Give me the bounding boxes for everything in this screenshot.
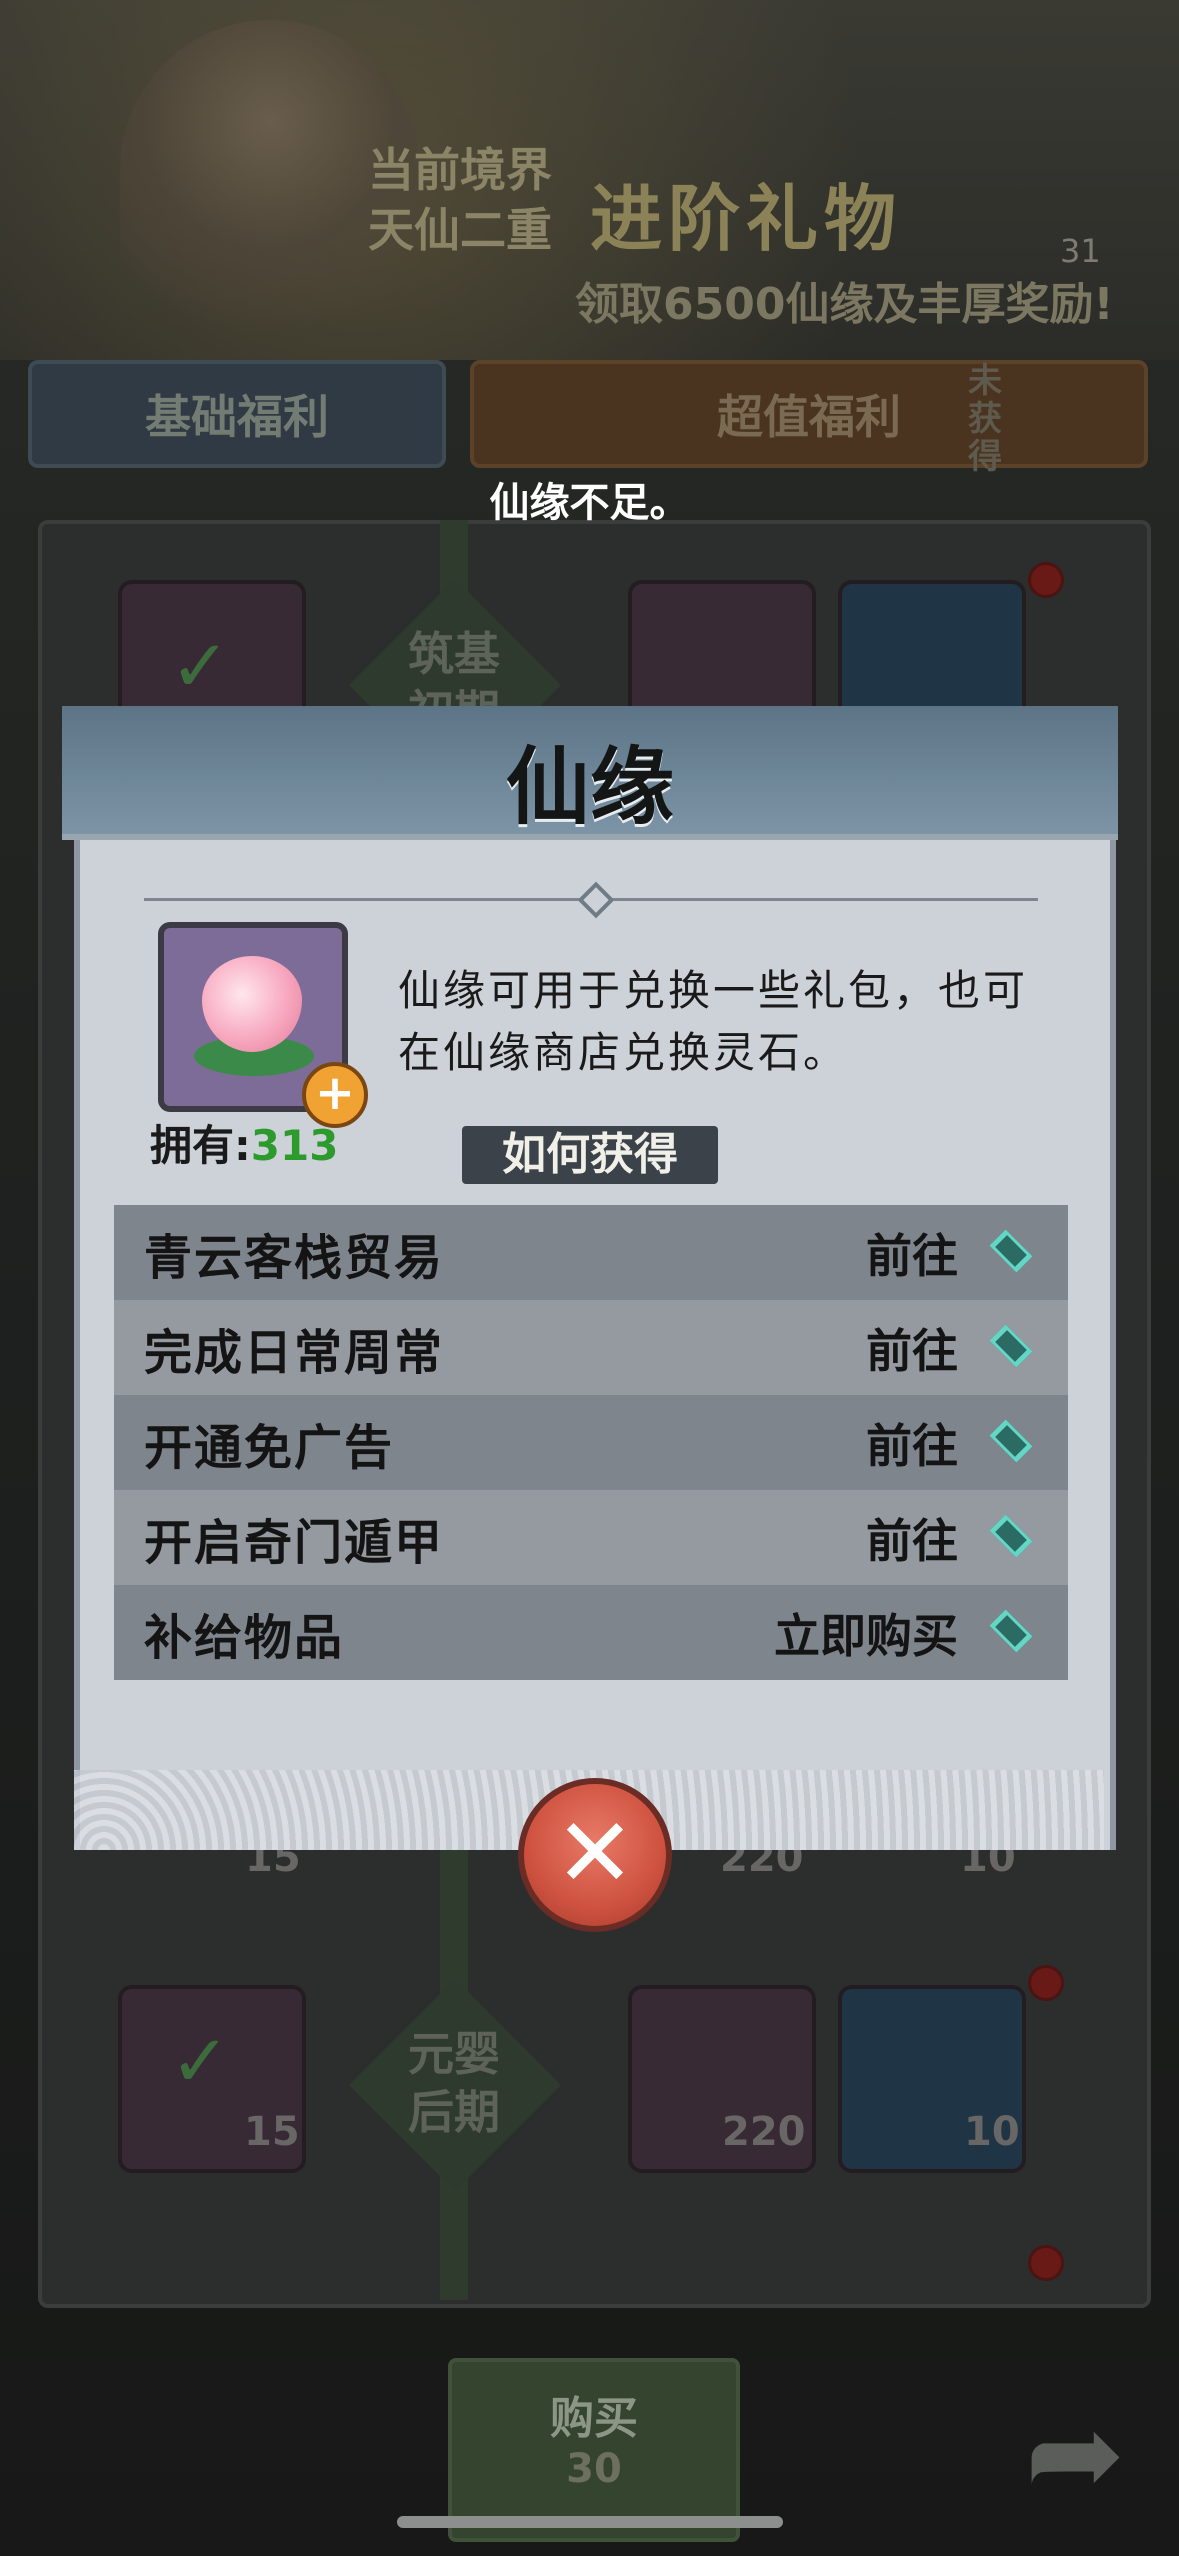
go-label: 前往 [866, 1323, 958, 1378]
buy-label: 购买 [550, 2393, 638, 2444]
go-arrow-icon [978, 1609, 1036, 1652]
item-description: 仙缘可用于兑换一些礼包，也可在仙缘商店兑换灵石。 [398, 966, 1029, 1077]
source-name: 补给物品 [144, 1609, 345, 1666]
reward-slot[interactable]: 10 [838, 1985, 1026, 2173]
buy-price: 30 [566, 2446, 622, 2492]
source-name: 完成日常周常 [144, 1324, 445, 1381]
stage-label: 元婴 后期 [389, 2025, 519, 2141]
gift-count: 31 [1060, 232, 1101, 270]
check-icon: ✓ [170, 624, 231, 708]
go-label: 前往 [866, 1418, 958, 1473]
not-obtained-badge: 未 获 得 [950, 362, 1020, 476]
slot-count: 220 [722, 2109, 806, 2155]
how-to-obtain-heading: 如何获得 [462, 1126, 718, 1184]
toast-message: 仙缘不足。 [489, 480, 690, 526]
go-button[interactable]: 前往 [866, 1505, 1036, 1571]
source-row[interactable]: 补给物品 立即购买 [114, 1585, 1068, 1680]
go-label: 前往 [866, 1228, 958, 1283]
tab-basic-welfare[interactable]: 基础福利 [28, 360, 446, 468]
reward-slot[interactable]: ✓ 15 [118, 1985, 306, 2173]
notification-dot [1028, 1965, 1064, 2001]
check-icon: ✓ [170, 2019, 231, 2103]
source-row[interactable]: 开通免广告 前往 [114, 1395, 1068, 1490]
slot-count: 10 [964, 2109, 1020, 2155]
go-arrow-icon [978, 1419, 1036, 1462]
close-button[interactable]: ✕ [518, 1778, 672, 1932]
stage-2-line2: 后期 [408, 2085, 500, 2139]
owned-value: 313 [250, 1121, 339, 1170]
go-arrow-icon [978, 1324, 1036, 1367]
go-button[interactable]: 前往 [866, 1410, 1036, 1476]
source-row[interactable]: 完成日常周常 前往 [114, 1300, 1068, 1395]
peach-icon [202, 956, 302, 1052]
owned-label: 拥有: [150, 1121, 251, 1170]
source-row[interactable]: 开启奇门遁甲 前往 [114, 1490, 1068, 1585]
dialog-title: 仙缘 [505, 737, 674, 836]
go-button[interactable]: 前往 [866, 1315, 1036, 1381]
source-name: 开通免广告 [144, 1419, 395, 1476]
close-icon: ✕ [554, 1797, 636, 1909]
buy-button[interactable]: 购买 30 [448, 2358, 740, 2542]
source-name: 开启奇门遁甲 [144, 1514, 445, 1571]
source-row[interactable]: 青云客栈贸易 前往 [114, 1205, 1068, 1300]
realm-label: 当前境界 [368, 143, 552, 197]
notification-dot [1028, 562, 1064, 598]
realm-value: 天仙二重 [368, 203, 552, 257]
source-list: 青云客栈贸易 前往 完成日常周常 前往 开通免广告 前往 开启奇门遁甲 前往 补… [114, 1205, 1068, 1680]
go-arrow-icon [978, 1514, 1036, 1557]
home-indicator[interactable] [397, 2516, 783, 2528]
reward-slot[interactable]: 220 [628, 1985, 816, 2173]
go-button[interactable]: 前往 [866, 1220, 1036, 1286]
go-label: 前往 [866, 1513, 958, 1568]
go-arrow-icon [978, 1229, 1036, 1272]
tab-super-label: 超值福利 [717, 390, 901, 444]
stage-1-line1: 筑基 [408, 627, 500, 681]
slot-count: 15 [244, 2109, 300, 2155]
stage-2-line1: 元婴 [408, 2027, 500, 2081]
share-arrow-icon[interactable]: ➦ [1010, 2390, 1140, 2520]
badge-char-1: 未 [968, 361, 1002, 401]
tab-basic-label: 基础福利 [145, 390, 329, 444]
gift-subtitle: 领取6500仙缘及丰厚奖励! [575, 279, 1114, 330]
source-name: 青云客栈贸易 [144, 1229, 445, 1286]
go-label: 立即购买 [774, 1608, 958, 1663]
notification-dot [1028, 2245, 1064, 2281]
owned-count: 拥有:313 [150, 1112, 338, 1173]
gift-title: 进阶礼物 [590, 176, 903, 261]
badge-char-2: 获 [968, 399, 1002, 439]
buy-now-button[interactable]: 立即购买 [774, 1600, 1036, 1666]
current-realm: 当前境界 天仙二重 [340, 140, 580, 260]
tab-super-welfare[interactable]: 超值福利 [470, 360, 1148, 468]
